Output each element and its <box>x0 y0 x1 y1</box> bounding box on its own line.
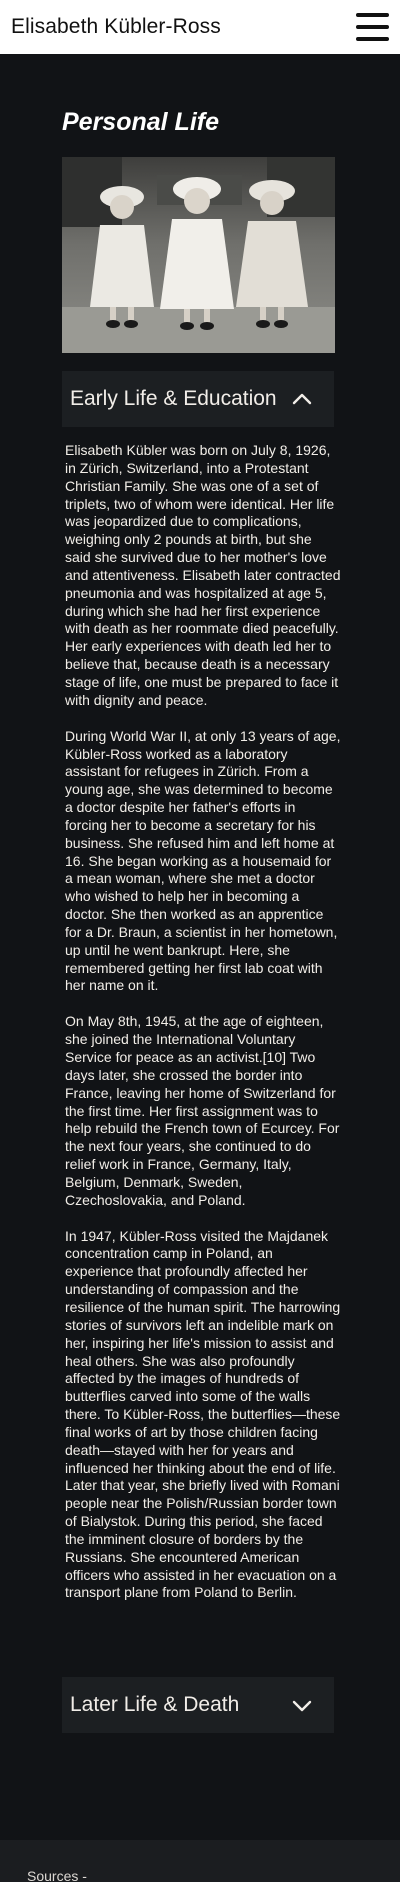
footer: Sources - <box>0 1840 400 1882</box>
paragraph: Elisabeth Kübler was born on July 8, 192… <box>65 442 341 708</box>
paragraph: In 1947, Kübler-Ross visited the Majdane… <box>65 1227 341 1601</box>
accordion-early-life[interactable]: Early Life & Education <box>62 371 334 427</box>
site-title[interactable]: Elisabeth Kübler-Ross <box>11 15 221 39</box>
chevron-up-icon <box>292 393 312 405</box>
hamburger-menu-icon[interactable] <box>356 13 389 41</box>
paragraph: On May 8th, 1945, at the age of eighteen… <box>65 1013 340 1208</box>
early-life-content: Elisabeth Kübler was born on July 8, 192… <box>65 442 341 1620</box>
accordion-label: Early Life & Education <box>70 387 277 410</box>
menu-line <box>356 25 389 29</box>
sources-link[interactable]: Sources - <box>27 1868 87 1882</box>
accordion-label: Later Life & Death <box>70 1693 240 1716</box>
triplets-photo <box>62 157 335 353</box>
menu-line <box>356 13 389 17</box>
accordion-later-life[interactable]: Later Life & Death <box>62 1677 334 1733</box>
paragraph: During World War II, at only 13 years of… <box>65 727 341 994</box>
chevron-down-icon <box>292 1700 312 1712</box>
menu-line <box>356 37 389 41</box>
top-bar: Elisabeth Kübler-Ross <box>0 0 400 54</box>
section-title: Personal Life <box>62 108 219 136</box>
